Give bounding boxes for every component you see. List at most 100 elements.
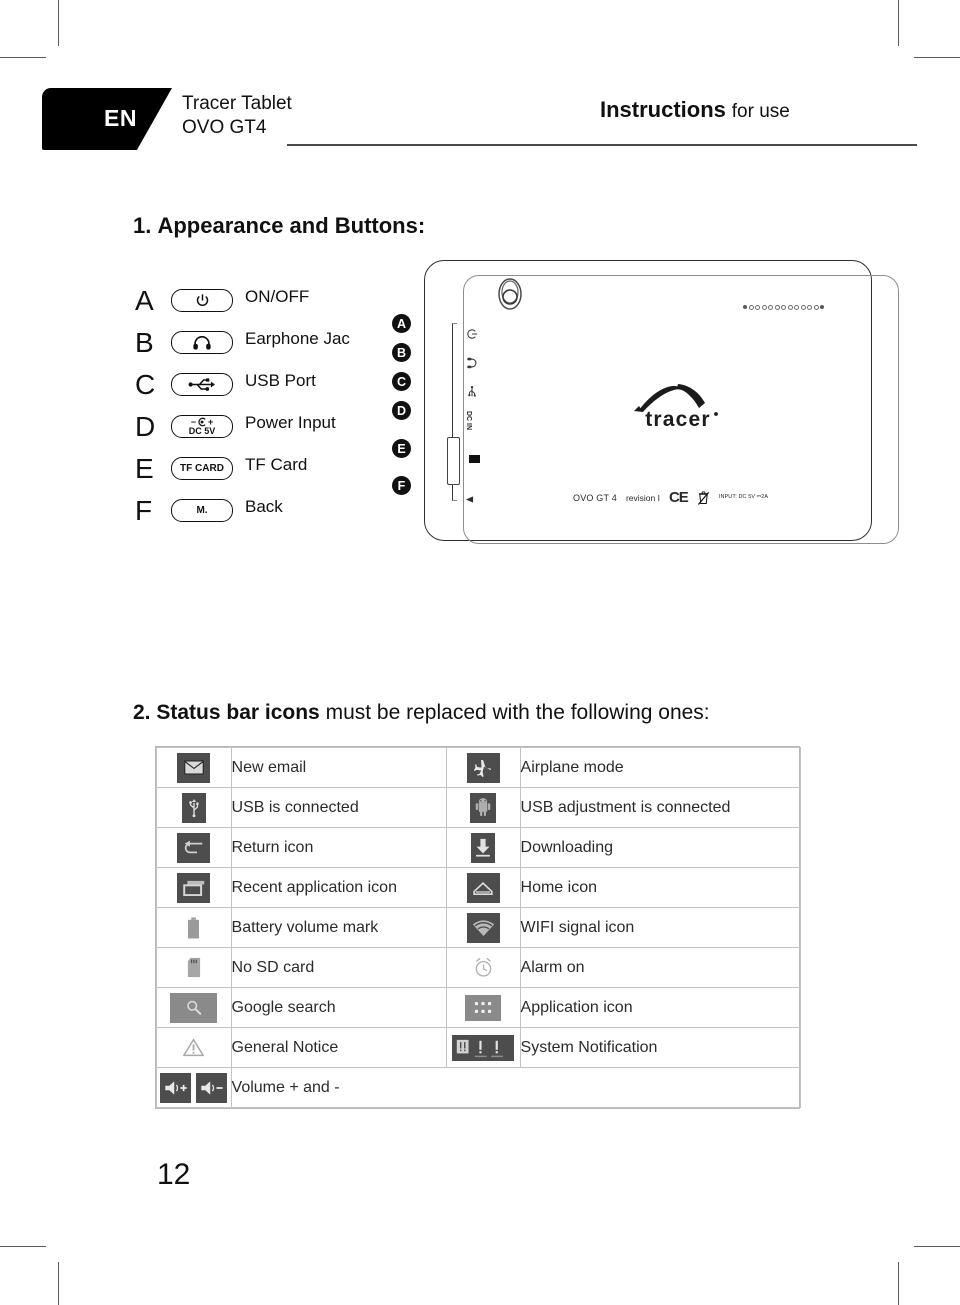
weee-bin-icon bbox=[697, 491, 709, 505]
language-tag: EN bbox=[42, 88, 172, 150]
page-canvas: EN Tracer Tablet OVO GT4 Instructions fo… bbox=[0, 0, 960, 1305]
legend-label-e: TF Card bbox=[245, 455, 308, 474]
no-sd-card-icon-cell bbox=[156, 947, 232, 988]
usb-label: USB is connected bbox=[230, 787, 447, 828]
wifi-icon bbox=[466, 912, 500, 943]
download-icon-cell bbox=[445, 827, 521, 868]
device-badge-c: C bbox=[392, 372, 411, 391]
return-icon-cell bbox=[156, 827, 232, 868]
product-name-line1: Tracer Tablet bbox=[182, 93, 292, 114]
device-model: OVO GT 4 bbox=[573, 492, 617, 503]
device-badge-b: B bbox=[392, 343, 411, 362]
download-label: Downloading bbox=[519, 827, 802, 868]
email-icon-cell bbox=[156, 747, 232, 788]
airplane-label: Airplane mode bbox=[519, 747, 802, 788]
device-input-rating: INPUT: DC 5V ⎓2A bbox=[718, 494, 769, 500]
recent-apps-label: Recent application icon bbox=[230, 867, 447, 908]
legend-label-b: Earphone Jac bbox=[245, 329, 350, 348]
legend-letter-d: D bbox=[135, 411, 156, 442]
home-icon bbox=[466, 872, 500, 903]
product-name: Tracer Tablet OVO GT4 bbox=[182, 92, 292, 140]
search-icon bbox=[170, 992, 218, 1023]
tf-card-slot bbox=[447, 437, 460, 485]
volume-label: Volume + and - bbox=[230, 1067, 802, 1108]
recent-apps-icon bbox=[177, 872, 211, 903]
port-mic-icon bbox=[465, 496, 474, 503]
dc-jack-voltage: DC 5V bbox=[188, 426, 216, 436]
legend-letter-f: F bbox=[135, 495, 153, 526]
crop-mark-top-right-vertical bbox=[898, 0, 899, 46]
port-usb-icon bbox=[468, 385, 476, 397]
legend-row-a: A ON/OFF bbox=[135, 284, 385, 326]
tf-card-icon: TF CARD bbox=[171, 457, 233, 480]
headphone-icon bbox=[171, 331, 233, 354]
reset-pinhole-icon bbox=[469, 455, 480, 463]
android-icon bbox=[470, 792, 497, 823]
no-sd-card-icon bbox=[177, 953, 210, 983]
svg-text:tracer: tracer bbox=[645, 408, 711, 431]
alarm-label: Alarm on bbox=[519, 947, 802, 988]
android-icon-cell bbox=[445, 787, 521, 828]
battery-label: Battery volume mark bbox=[230, 907, 447, 948]
legend-letter-c: C bbox=[135, 369, 156, 400]
notification-icon-cell bbox=[445, 1027, 521, 1068]
table-row: Recent application icon Home icon bbox=[156, 867, 802, 908]
product-name-line2: OVO GT4 bbox=[182, 117, 267, 138]
legend-row-d: D − + DC 5V Power Input bbox=[135, 410, 385, 452]
wifi-icon-cell bbox=[445, 907, 521, 948]
recent-apps-icon-cell bbox=[156, 867, 232, 908]
crop-mark-bottom-right-vertical bbox=[898, 1262, 899, 1305]
table-row-volume: Volume + and - bbox=[156, 1067, 802, 1108]
document-title: Instructions for use bbox=[600, 97, 790, 123]
legend-letter-b: B bbox=[135, 327, 154, 358]
page-number: 12 bbox=[157, 1158, 191, 1191]
section-1-number: 1. bbox=[133, 213, 152, 238]
search-icon-cell bbox=[156, 987, 232, 1028]
device-back-shell: tracer OVO GT 4 revision I CE INPUT: DC … bbox=[424, 260, 899, 544]
email-icon bbox=[177, 752, 211, 783]
airplane-icon-cell bbox=[445, 747, 521, 788]
port-headphone-icon bbox=[467, 357, 477, 369]
wifi-label: WIFI signal icon bbox=[519, 907, 802, 948]
apps-grid-icon-cell bbox=[445, 987, 521, 1028]
power-icon bbox=[171, 289, 233, 312]
legend-row-e: E TF CARD TF Card bbox=[135, 452, 385, 494]
notification-icon bbox=[452, 1034, 515, 1061]
section-1-heading: 1. Appearance and Buttons: bbox=[133, 213, 425, 239]
crop-mark-bottom-left-horizontal bbox=[0, 1246, 46, 1247]
legend-row-c: C USB Port bbox=[135, 368, 385, 410]
return-label: Return icon bbox=[230, 827, 447, 868]
usb-icon-cell bbox=[156, 787, 232, 828]
volume-updown-icon bbox=[160, 1072, 228, 1103]
airplane-icon bbox=[466, 752, 500, 783]
section-1-title: Appearance and Buttons: bbox=[157, 213, 426, 238]
port-dc-in-label: DC IN bbox=[465, 411, 472, 431]
crop-mark-top-right-horizontal bbox=[914, 57, 960, 58]
device-badge-d: D bbox=[392, 401, 411, 420]
device-regulatory-line: OVO GT 4 revision I CE INPUT: DC 5V ⎓2A bbox=[573, 489, 768, 506]
search-label: Google search bbox=[230, 987, 447, 1028]
language-tag-label: EN bbox=[104, 105, 137, 131]
warning-label: General Notice bbox=[230, 1027, 447, 1068]
volume-icon-cell bbox=[156, 1067, 232, 1108]
android-label: USB adjustment is connected bbox=[519, 787, 802, 828]
warning-icon bbox=[177, 1033, 210, 1063]
tracer-logo: tracer bbox=[634, 384, 718, 431]
legend-row-f: F M. Back bbox=[135, 494, 385, 536]
dc-jack-icon: − + DC 5V bbox=[171, 415, 233, 438]
device-badge-f: F bbox=[392, 476, 411, 495]
page-header: EN Tracer Tablet OVO GT4 Instructions fo… bbox=[0, 88, 960, 160]
legend-label-d: Power Input bbox=[245, 413, 336, 432]
ce-mark-icon: CE bbox=[668, 489, 689, 506]
device-badge-e: E bbox=[392, 439, 411, 458]
section-2-title: Status bar icons bbox=[156, 701, 320, 724]
email-label: New email bbox=[230, 747, 447, 788]
button-legend-list: A ON/OFF B Earphone Jac C USB Port D − +… bbox=[135, 284, 385, 536]
battery-icon-cell bbox=[156, 907, 232, 948]
crop-mark-bottom-left-vertical bbox=[58, 1262, 59, 1305]
usb-icon bbox=[171, 373, 233, 396]
home-label: Home icon bbox=[519, 867, 802, 908]
return-icon bbox=[177, 832, 211, 863]
warning-icon-cell bbox=[156, 1027, 232, 1068]
download-icon bbox=[471, 832, 496, 863]
